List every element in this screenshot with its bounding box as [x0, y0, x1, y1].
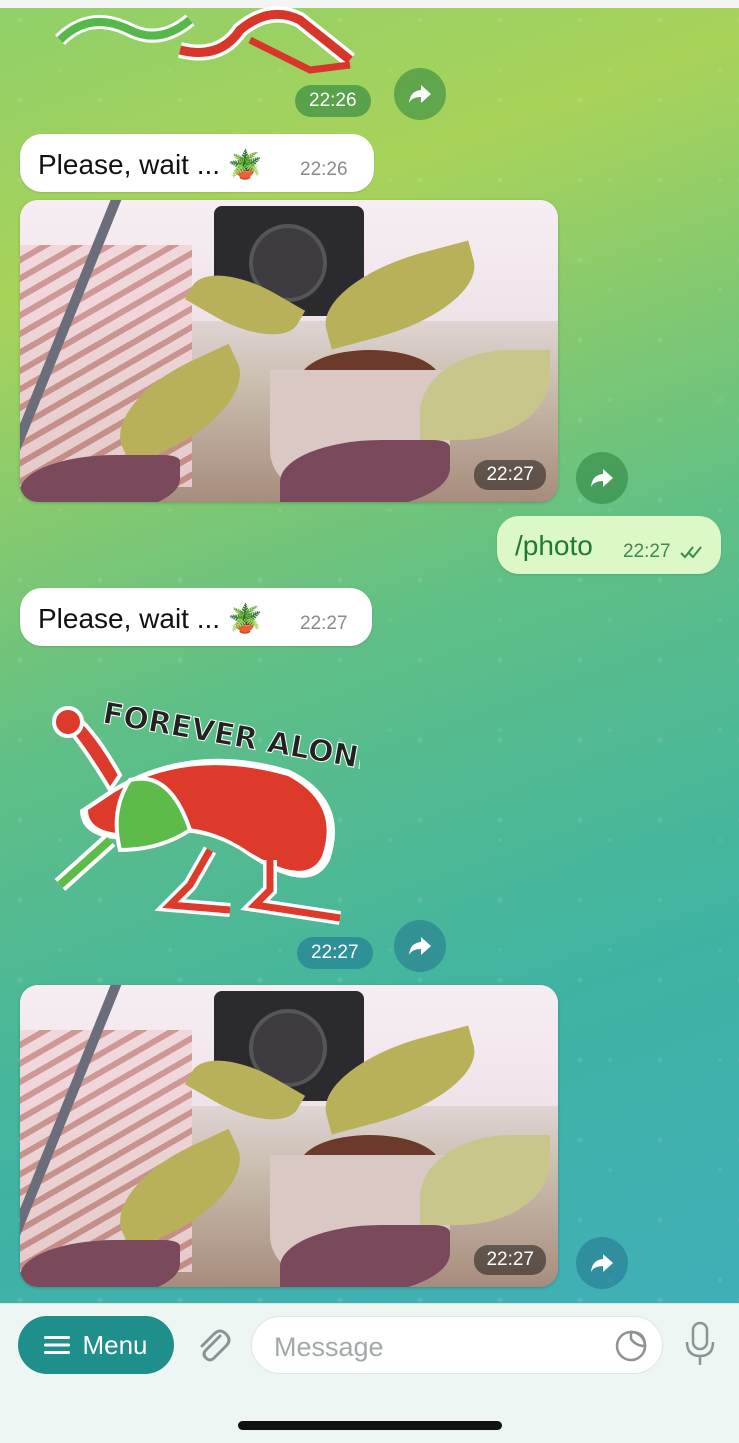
- sticker-time: 22:27: [297, 937, 373, 969]
- hamburger-icon: [44, 1336, 71, 1354]
- incoming-photo[interactable]: 22:27: [20, 200, 558, 502]
- forward-icon: [409, 937, 431, 955]
- menu-label: Menu: [82, 1329, 148, 1360]
- forever-alone-sticker[interactable]: FOREVER ALONE: [40, 700, 360, 930]
- message-input[interactable]: Message: [251, 1316, 663, 1374]
- forward-button[interactable]: [394, 68, 446, 120]
- photo-time: 22:27: [474, 1245, 546, 1275]
- message-time: 22:27: [300, 613, 348, 634]
- double-check-icon: [680, 546, 702, 559]
- forward-button[interactable]: [394, 920, 446, 972]
- message-text: /photo: [515, 530, 593, 561]
- composer-bar: Menu Message: [0, 1303, 739, 1443]
- microphone-icon[interactable]: [682, 1320, 718, 1368]
- forward-icon: [591, 1254, 613, 1272]
- forward-button[interactable]: [576, 1237, 628, 1289]
- message-time: 22:26: [300, 159, 348, 180]
- paperclip-icon[interactable]: [190, 1322, 234, 1366]
- forward-button[interactable]: [576, 452, 628, 504]
- incoming-message[interactable]: Please, wait ... 🪴 22:27: [20, 588, 372, 646]
- photo-time: 22:27: [474, 460, 546, 490]
- message-placeholder: Message: [274, 1332, 384, 1362]
- message-text: Please, wait ... 🪴: [38, 149, 263, 180]
- home-indicator: [238, 1421, 502, 1430]
- sticker-icon[interactable]: [614, 1329, 648, 1363]
- sticker-top-partial[interactable]: [50, 0, 370, 80]
- incoming-message[interactable]: Please, wait ... 🪴 22:26: [20, 134, 374, 192]
- forward-icon: [409, 85, 431, 103]
- incoming-photo[interactable]: 22:27: [20, 985, 558, 1287]
- menu-button[interactable]: Menu: [18, 1316, 174, 1374]
- message-text: Please, wait ... 🪴: [38, 603, 263, 634]
- forward-icon: [591, 469, 613, 487]
- sticker-time: 22:26: [295, 85, 371, 117]
- outgoing-message[interactable]: /photo 22:27: [497, 516, 721, 574]
- message-time: 22:27: [623, 541, 671, 562]
